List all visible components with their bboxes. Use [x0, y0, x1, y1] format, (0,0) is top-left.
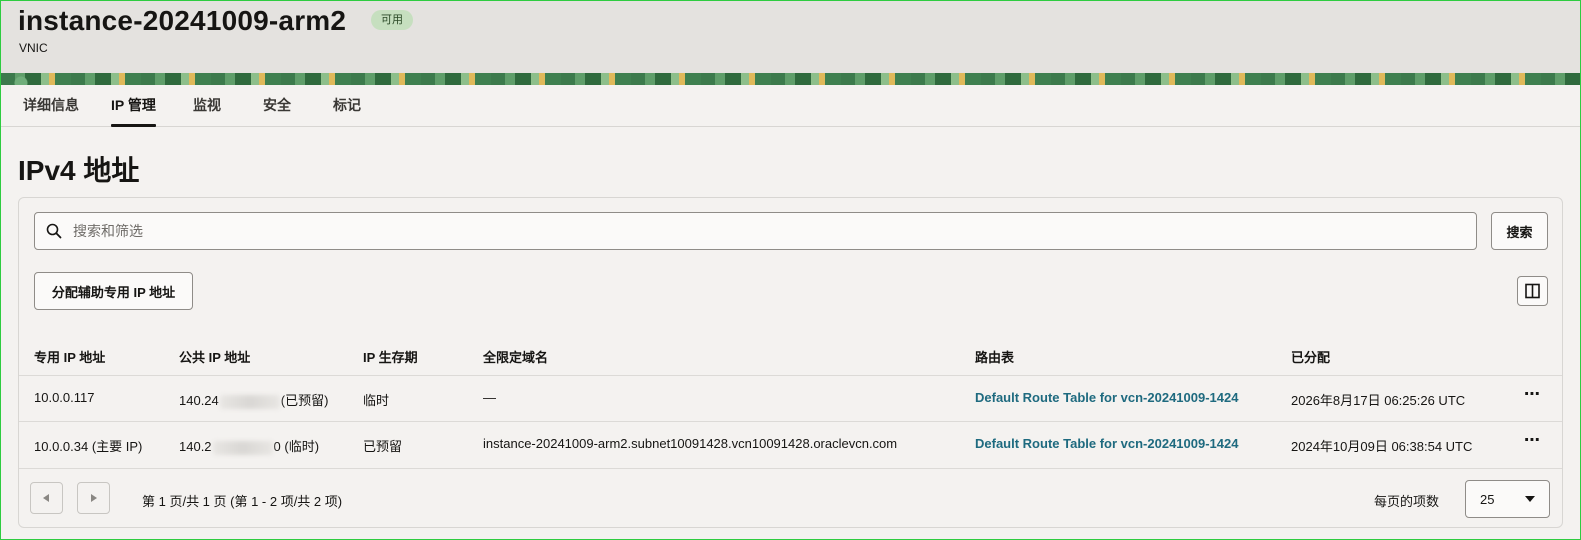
chevron-right-icon [91, 494, 97, 502]
tab-tags[interactable]: 标记 [333, 85, 361, 127]
page-title: instance-20241009-arm2 [18, 5, 347, 36]
column-header-route-table: 路由表 [975, 350, 1015, 365]
tab-ip-management[interactable]: IP 管理 [111, 85, 156, 127]
ip-lifetime-cell: 临时 [363, 393, 390, 408]
public-ip-cell: 140.2 0 (临时) [179, 436, 319, 455]
fqdn-cell: instance-20241009-arm2.subnet10091428.vc… [483, 436, 898, 451]
assigned-date-cell: 2024年10月09日 06:38:54 UTC [1291, 439, 1473, 454]
ip-lifetime-cell: 已预留 [363, 439, 403, 454]
pagination-summary: 第 1 页/共 1 页 (第 1 - 2 项/共 2 项) [142, 494, 343, 509]
table-divider [19, 421, 1562, 422]
public-ip-suffix: 0 (临时) [273, 439, 320, 454]
private-ip-cell: 10.0.0.117 [34, 390, 95, 405]
caret-down-icon [1525, 496, 1535, 502]
items-per-page-select[interactable]: 25 [1465, 480, 1550, 518]
route-table-link[interactable]: Default Route Table for vcn-20241009-142… [975, 436, 1238, 451]
redacted-text [219, 394, 280, 409]
table-divider [19, 375, 1562, 376]
next-page-button[interactable] [77, 482, 110, 514]
search-input[interactable] [73, 213, 1463, 249]
status-badge: 可用 [371, 10, 413, 30]
search-box [34, 212, 1477, 250]
assigned-date-cell: 2026年8月17日 06:25:26 UTC [1291, 393, 1466, 408]
column-header-public-ip: 公共 IP 地址 [179, 350, 251, 365]
private-ip-cell: 10.0.0.34 (主要 IP) [34, 439, 143, 454]
tab-security[interactable]: 安全 [263, 85, 291, 127]
header-decoration [1, 73, 1580, 85]
public-ip-prefix: 140.24 [179, 393, 219, 408]
previous-page-button[interactable] [30, 482, 63, 514]
search-button[interactable]: 搜索 [1491, 212, 1548, 250]
tab-details[interactable]: 详细信息 [23, 85, 79, 127]
footer-divider [19, 468, 1562, 469]
column-header-private-ip: 专用 IP 地址 [34, 350, 106, 365]
column-header-assigned: 已分配 [1291, 350, 1331, 365]
search-icon [46, 223, 62, 239]
columns-icon [1525, 283, 1540, 299]
section-title: IPv4 地址 [18, 155, 140, 186]
ipv4-panel: 搜索 分配辅助专用 IP 地址 专用 IP 地址 公共 IP 地址 IP 生存期… [18, 197, 1563, 528]
row-actions-icon[interactable]: ⋯ [1524, 384, 1541, 404]
route-table-link[interactable]: Default Route Table for vcn-20241009-142… [975, 390, 1238, 405]
fqdn-cell: — [483, 390, 496, 405]
chevron-left-icon [43, 494, 49, 502]
tab-monitoring[interactable]: 监视 [193, 85, 221, 127]
tab-bar: 详细信息 IP 管理 监视 安全 标记 [1, 85, 1580, 127]
public-ip-prefix: 140.2 [179, 439, 212, 454]
row-actions-icon[interactable]: ⋯ [1524, 430, 1541, 450]
column-header-ip-lifetime: IP 生存期 [363, 350, 418, 365]
assign-secondary-ip-button[interactable]: 分配辅助专用 IP 地址 [34, 272, 193, 310]
public-ip-cell: 140.24 (已预留) [179, 390, 328, 409]
resource-type-label: VNIC [19, 41, 48, 55]
redacted-text [212, 440, 273, 455]
column-header-fqdn: 全限定域名 [483, 350, 549, 365]
items-per-page-label: 每页的项数 [1374, 494, 1440, 509]
public-ip-suffix: (已预留) [280, 393, 329, 408]
items-per-page-value: 25 [1480, 492, 1495, 507]
page-header: instance-20241009-arm2 可用 VNIC [1, 1, 1580, 85]
column-settings-button[interactable] [1517, 276, 1548, 306]
